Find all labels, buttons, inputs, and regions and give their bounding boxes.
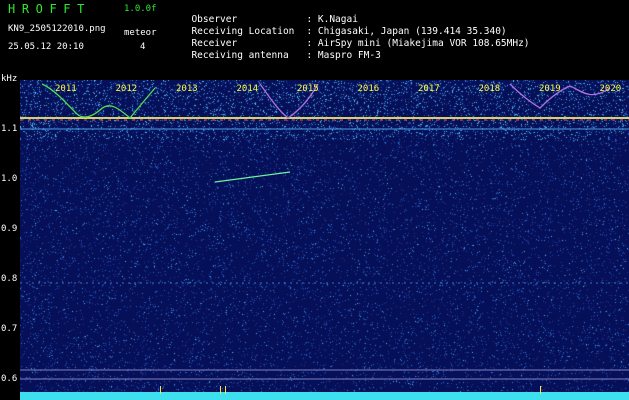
y-tick-label: 0.7 [1, 324, 18, 334]
y-tick-label: 1.0 [1, 174, 18, 184]
year-label: 2019 [539, 84, 561, 94]
baseline-spike [540, 386, 541, 394]
y-tick-label: 0.8 [1, 274, 18, 284]
y-tick-label: 0.6 [1, 374, 18, 384]
y-tick-label: 1.1 [1, 124, 18, 134]
baseline-spike [160, 386, 161, 394]
y-tick-label: 0.9 [1, 224, 18, 234]
meteor-label: meteor [124, 28, 157, 38]
year-label: 2012 [116, 84, 138, 94]
year-label: 2014 [237, 84, 259, 94]
frequency-unit-label: kHz [1, 74, 18, 84]
antenna-value: : Maspro FM-3 [306, 50, 381, 61]
year-label: 2015 [297, 84, 319, 94]
baseline-spike [225, 386, 226, 394]
datetime-label: 25.05.12 20:10 [8, 42, 84, 52]
spectrogram-overlay: 2011 2012 2013 2014 2015 2016 2017 2018 2019 2020 [20, 83, 629, 400]
year-label: 2013 [176, 84, 198, 94]
app-title: HROFFT [8, 2, 91, 16]
version-label: 1.0.0f [124, 4, 157, 14]
filename-label: KN9_2505122010.png [8, 24, 106, 34]
year-label: 2020 [600, 84, 622, 94]
year-label: 2017 [418, 84, 440, 94]
year-label: 2018 [479, 84, 501, 94]
antenna-row: Receiving antenna : Maspro FM-3 [180, 39, 381, 61]
meteor-count: 4 [140, 42, 146, 52]
meteor-trail [214, 171, 291, 183]
spectrogram-canvas: 2011 2012 2013 2014 2015 2016 2017 2018 2019 2020 [20, 80, 629, 400]
year-label: 2016 [358, 84, 380, 94]
baseline-spike [220, 386, 221, 394]
baseline-strip [20, 392, 629, 400]
antenna-label: Receiving antenna [191, 50, 289, 61]
year-label: 2011 [55, 84, 77, 94]
